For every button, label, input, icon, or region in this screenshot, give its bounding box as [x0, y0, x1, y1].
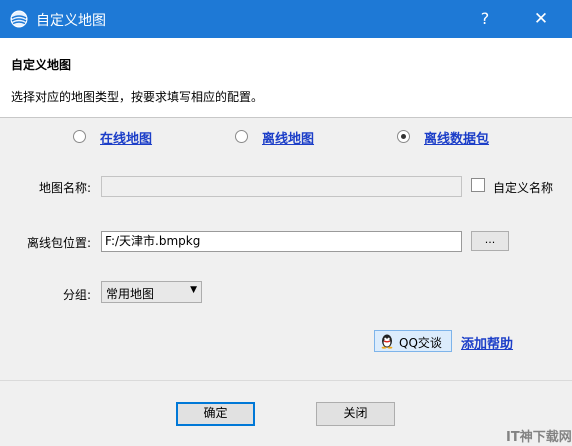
group-label: 分组: — [62, 288, 91, 302]
radio-selected-dot — [401, 134, 406, 139]
close-window-button[interactable]: ✕ — [526, 0, 556, 38]
qq-penguin-icon — [381, 334, 393, 349]
group-select[interactable]: 常用地图 ▼ — [101, 281, 202, 303]
radio-offline-map-label[interactable]: 离线地图 — [262, 128, 314, 147]
package-path-field[interactable]: F:/天津市.bmpkg — [101, 231, 462, 252]
qq-chat-label: QQ交谈 — [399, 336, 442, 350]
browse-button[interactable]: ... — [471, 231, 509, 251]
add-help-link[interactable]: 添加帮助 — [461, 333, 513, 352]
custom-name-label: 自定义名称 — [493, 181, 554, 195]
ok-button[interactable]: 确定 — [176, 402, 255, 426]
custom-name-checkbox[interactable] — [471, 178, 485, 192]
config-panel: 在线地图 离线地图 离线数据包 地图名称: 自定义名称 离线包位置: F:/天津… — [0, 118, 572, 380]
radio-circle — [73, 130, 86, 143]
header-description: 选择对应的地图类型，按要求填写相应的配置。 — [11, 90, 264, 104]
qq-chat-button[interactable]: QQ交谈 — [374, 330, 452, 352]
site-watermark: IT神下载网 — [506, 430, 572, 445]
radio-offline-package[interactable]: 离线数据包 — [397, 128, 507, 147]
window-title: 自定义地图 — [36, 13, 106, 29]
close-button[interactable]: 关闭 — [316, 402, 395, 426]
dialog-footer: 确定 关闭 — [0, 380, 572, 446]
help-button[interactable]: ? — [470, 0, 500, 38]
chevron-down-icon: ▼ — [190, 285, 197, 295]
app-globe-icon — [10, 10, 28, 28]
radio-offline-package-label[interactable]: 离线数据包 — [424, 128, 489, 147]
map-name-label: 地图名称: — [38, 181, 91, 195]
radio-online-map[interactable]: 在线地图 — [73, 128, 173, 147]
dialog-header: 自定义地图 选择对应的地图类型，按要求填写相应的配置。 — [0, 38, 572, 118]
group-select-value: 常用地图 — [106, 287, 155, 301]
radio-online-map-label[interactable]: 在线地图 — [100, 128, 152, 147]
header-title: 自定义地图 — [11, 58, 72, 72]
radio-circle-selected — [397, 130, 410, 143]
radio-circle — [235, 130, 248, 143]
map-name-field[interactable] — [101, 176, 462, 197]
package-path-label: 离线包位置: — [26, 236, 91, 250]
window-titlebar: 自定义地图 ? ✕ — [0, 0, 572, 38]
radio-offline-map[interactable]: 离线地图 — [235, 128, 335, 147]
